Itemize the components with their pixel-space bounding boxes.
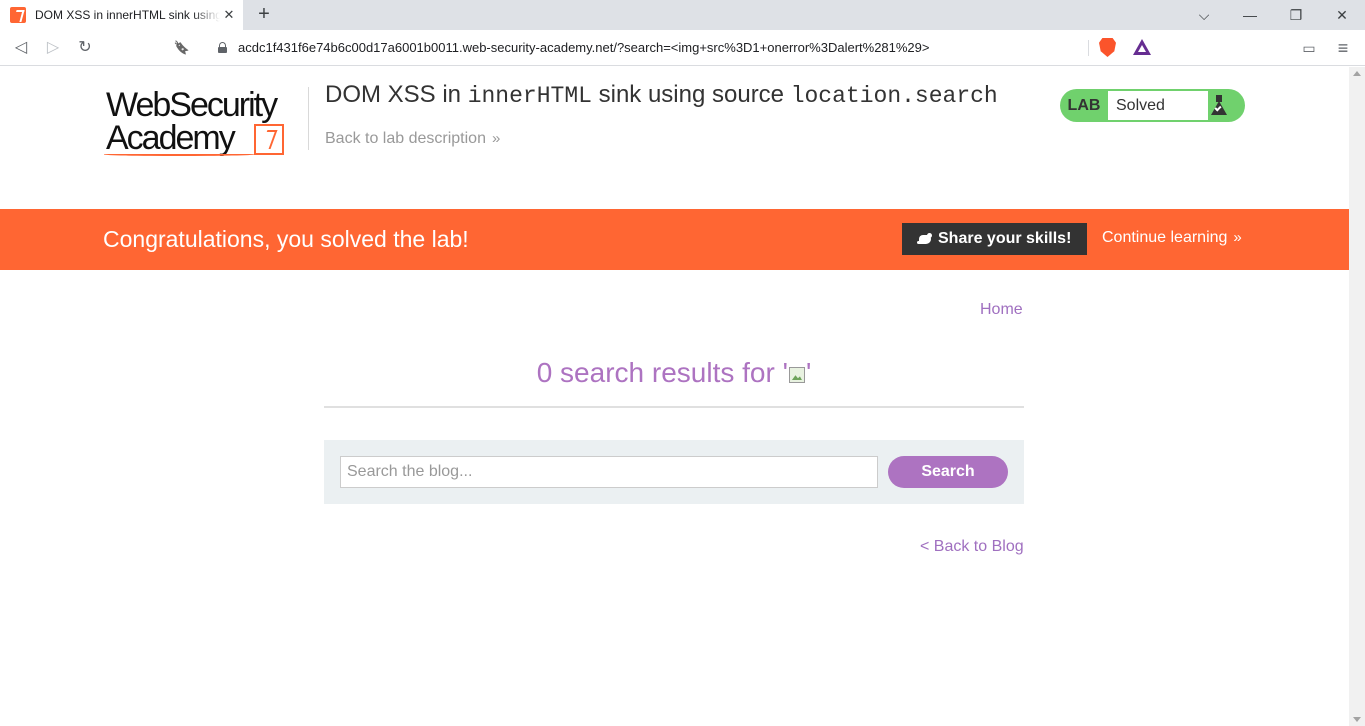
page-content: WebSecurity Academy DOM XSS in innerHTML…: [0, 67, 1349, 726]
logo-line1: WebSecurity: [106, 86, 278, 124]
twitter-icon: [917, 232, 933, 246]
browser-toolbar: ◁ ▷ ↻ 🔖 acdc1f431f6e74b6c00d17a6001b0011…: [0, 30, 1365, 66]
share-skills-label: Share your skills!: [938, 230, 1072, 247]
web-security-academy-logo[interactable]: WebSecurity Academy: [104, 87, 306, 159]
brave-rewards-icon[interactable]: [1133, 39, 1151, 55]
chevron-right-icon: »: [1233, 229, 1242, 246]
scroll-up-arrow-icon[interactable]: [1353, 71, 1361, 76]
browser-tab-strip: DOM XSS in innerHTML sink using source l…: [0, 0, 1365, 30]
logo-underline: [104, 153, 254, 156]
lab-title: DOM XSS in innerHTML sink using source l…: [325, 81, 998, 109]
reload-button[interactable]: ↻: [73, 36, 97, 60]
tab-search-icon[interactable]: ⌵: [1181, 0, 1227, 30]
address-bar-divider: [1088, 40, 1089, 56]
search-button[interactable]: Search: [888, 456, 1008, 488]
chevron-right-icon: »: [491, 130, 501, 147]
scroll-down-arrow-icon[interactable]: [1353, 717, 1361, 722]
share-skills-button[interactable]: Share your skills!: [902, 223, 1087, 255]
search-input[interactable]: [340, 456, 878, 488]
header-divider: [308, 87, 309, 150]
congratulations-message: Congratulations, you solved the lab!: [103, 226, 469, 252]
lab-title-code-innerhtml: innerHTML: [467, 83, 592, 109]
lab-title-code-location-search: location.search: [790, 83, 998, 109]
portswigger-favicon-icon: [10, 7, 26, 23]
solved-banner: Congratulations, you solved the lab! Sha…: [0, 209, 1349, 270]
wallet-icon[interactable]: ▭: [1297, 36, 1321, 60]
lock-icon[interactable]: [218, 42, 227, 53]
bookmark-icon[interactable]: 🔖: [170, 36, 194, 60]
search-form: Search: [324, 440, 1024, 504]
logo-line2: Academy: [106, 119, 236, 157]
tab-title: DOM XSS in innerHTML sink using source l…: [35, 8, 220, 22]
restore-button[interactable]: ❐: [1273, 0, 1319, 30]
back-to-lab-description-link[interactable]: Back to lab description»: [325, 130, 501, 148]
search-results-heading: 0 search results for ' ': [536, 357, 812, 388]
forward-button[interactable]: ▷: [41, 36, 65, 60]
browser-tab-active[interactable]: DOM XSS in innerHTML sink using source l…: [0, 0, 243, 30]
flask-solved-icon: [1210, 95, 1228, 117]
menu-icon[interactable]: ≡: [1331, 36, 1355, 60]
home-link[interactable]: Home: [980, 301, 1023, 319]
broken-image-icon: [788, 367, 805, 383]
back-button[interactable]: ◁: [9, 36, 33, 60]
tab-close-icon[interactable]: ✕: [221, 7, 237, 23]
lab-status-text: Solved: [1108, 91, 1208, 120]
page-scrollbar[interactable]: [1349, 67, 1365, 726]
logo-bolt-icon: [254, 124, 284, 155]
back-to-blog-link[interactable]: < Back to Blog: [920, 538, 1024, 556]
window-close-button[interactable]: ✕: [1319, 0, 1365, 30]
new-tab-button[interactable]: +: [254, 4, 274, 24]
address-bar[interactable]: acdc1f431f6e74b6c00d17a6001b0011.web-sec…: [204, 34, 1160, 62]
continue-learning-link[interactable]: Continue learning»: [1102, 229, 1242, 247]
results-divider: [324, 406, 1024, 408]
minimize-button[interactable]: —: [1227, 0, 1273, 30]
url-text[interactable]: acdc1f431f6e74b6c00d17a6001b0011.web-sec…: [238, 34, 930, 62]
lab-tag: LAB: [1067, 97, 1101, 114]
